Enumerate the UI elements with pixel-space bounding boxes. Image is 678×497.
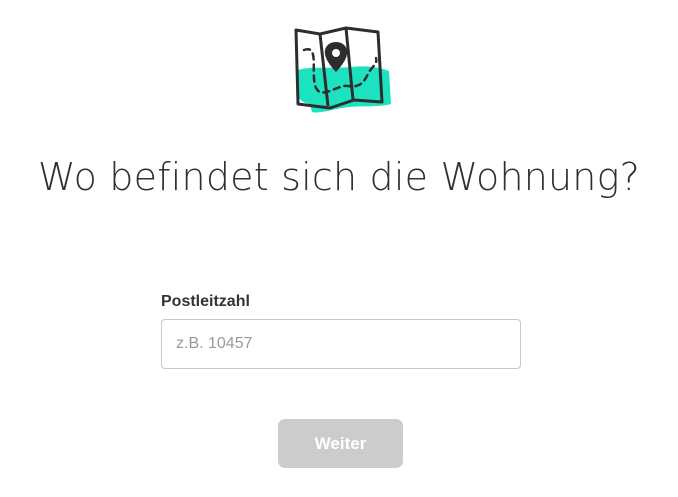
- page: Wo befindet sich die Wohnung? Postleitza…: [0, 0, 678, 497]
- map-pin-icon: [294, 26, 391, 113]
- page-title: Wo befindet sich die Wohnung?: [38, 155, 640, 199]
- postcode-label: Postleitzahl: [161, 293, 250, 310]
- postcode-input[interactable]: [161, 319, 521, 369]
- weiter-button[interactable]: Weiter: [278, 419, 403, 468]
